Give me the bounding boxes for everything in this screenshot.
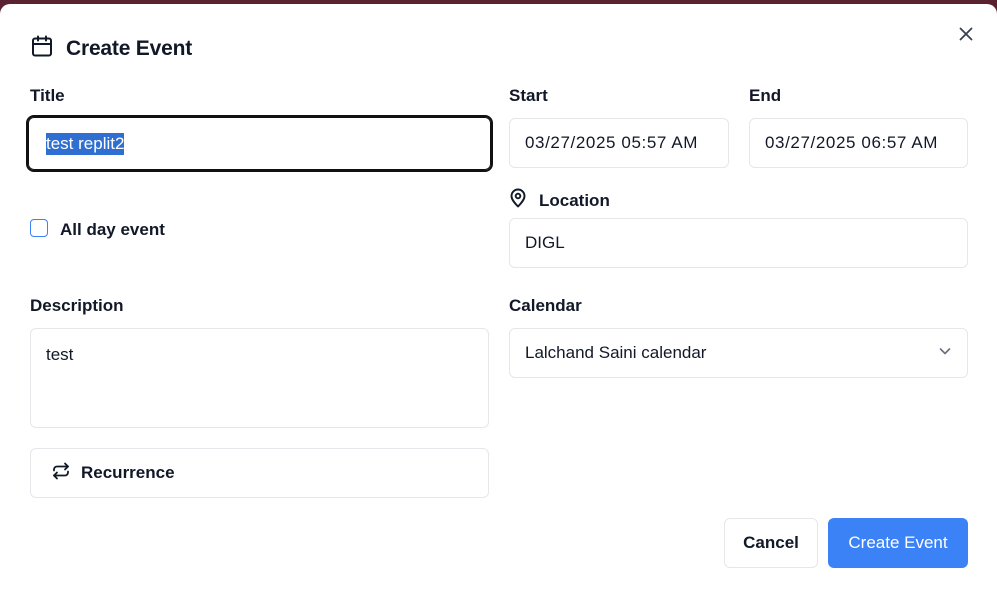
all-day-checkbox[interactable] (30, 219, 48, 237)
title-input-value: test replit2 (46, 132, 125, 155)
create-event-dialog: Create Event Title test replit2 Start 03… (0, 4, 997, 595)
end-datetime-value: 03/27/2025 06:57 AM (765, 133, 939, 152)
description-value: test (46, 345, 74, 364)
calendar-select-value: Lalchand Saini calendar (525, 343, 707, 362)
recurrence-label: Recurrence (81, 463, 175, 482)
end-label: End (749, 86, 782, 105)
calendar-label: Calendar (509, 296, 582, 315)
calendar-icon (30, 34, 54, 63)
location-input[interactable]: DIGL (509, 218, 968, 268)
description-textarea[interactable]: test (30, 328, 489, 428)
title-input[interactable]: test replit2 (26, 115, 493, 172)
location-value: DIGL (525, 233, 565, 252)
start-datetime-input[interactable]: 03/27/2025 05:57 AM (509, 118, 729, 168)
end-datetime-input[interactable]: 03/27/2025 06:57 AM (749, 118, 968, 168)
create-event-button[interactable]: Create Event (828, 518, 968, 568)
location-label-row: Location (509, 188, 610, 213)
calendar-select[interactable]: Lalchand Saini calendar (509, 328, 968, 378)
close-icon[interactable] (957, 25, 975, 43)
recurrence-button[interactable]: Recurrence (30, 448, 489, 498)
dialog-title: Create Event (66, 36, 192, 60)
start-label: Start (509, 86, 548, 105)
start-datetime-value: 03/27/2025 05:57 AM (525, 133, 699, 152)
description-label: Description (30, 296, 124, 315)
dialog-header: Create Event (30, 34, 192, 63)
title-label: Title (30, 86, 65, 105)
location-label: Location (539, 190, 610, 210)
cancel-button[interactable]: Cancel (724, 518, 818, 568)
repeat-icon (51, 461, 71, 486)
map-pin-icon (509, 188, 527, 213)
all-day-label[interactable]: All day event (60, 220, 165, 240)
chevron-down-icon (938, 343, 952, 363)
